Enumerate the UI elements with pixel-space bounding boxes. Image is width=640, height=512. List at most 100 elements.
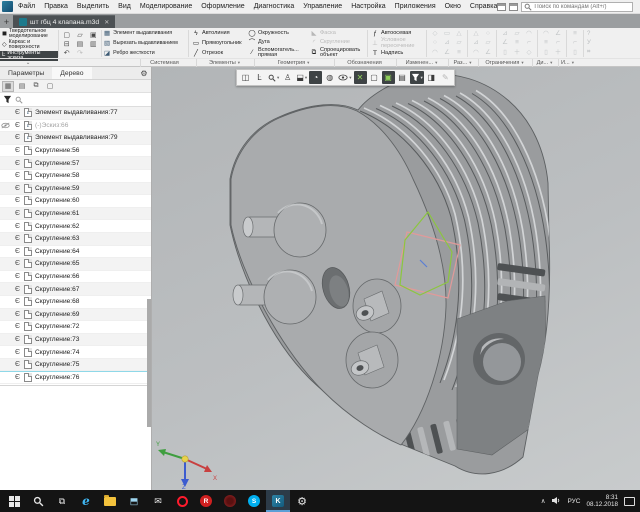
tool-button[interactable]: TНадпись xyxy=(371,49,423,58)
tree-item[interactable]: ЄСкругление:65 xyxy=(0,258,151,271)
redo-icon[interactable]: ↷ xyxy=(77,49,83,57)
split-view-icon[interactable]: ◫ xyxy=(239,71,252,84)
model-canvas[interactable] xyxy=(152,67,640,490)
tool-button[interactable]: ⁄Вспомогатель... прямая xyxy=(248,48,304,58)
gear-icon[interactable]: ⚙ xyxy=(137,67,151,79)
filter-icon[interactable]: ▾ xyxy=(410,71,424,84)
tool-button[interactable]: ▭Прямоугольник xyxy=(192,39,242,49)
undo-icon[interactable]: ↶ xyxy=(64,49,70,57)
command-search-input[interactable] xyxy=(534,4,630,10)
tree-item[interactable]: ЄСкругление:62 xyxy=(0,220,151,233)
menu-item[interactable]: Моделирование xyxy=(140,3,192,10)
mode-button[interactable]: ◇Каркас и поверхности xyxy=(0,40,58,51)
group-label[interactable]: Геометрия▾ xyxy=(254,59,332,67)
group-label[interactable]: Раз...▾ xyxy=(448,59,476,67)
filter-icon[interactable] xyxy=(3,91,12,109)
tree-item[interactable]: ЄĿЭлемент выдавливания:77 xyxy=(0,107,151,120)
notification-center-icon[interactable] xyxy=(624,497,635,506)
rebuild-icon[interactable]: ✕ xyxy=(354,71,367,84)
tree-item[interactable]: ЄСкругление:57 xyxy=(0,157,151,170)
group-label[interactable]: И...▾ xyxy=(558,59,576,67)
document-tab[interactable]: шт гбц 4 клапана.m3d ✕ xyxy=(13,15,115,28)
help-icon[interactable]: ? xyxy=(587,31,591,37)
tree-item[interactable]: ЄСкругление:68 xyxy=(0,296,151,309)
tool-button[interactable]: ╱Отрезок xyxy=(192,48,242,58)
tree-item[interactable]: ЄĿЭлемент выдавливания:79 xyxy=(0,132,151,145)
tree-search-input[interactable] xyxy=(26,97,148,103)
group-label[interactable]: Ограничения▾ xyxy=(478,59,530,67)
tree-item[interactable]: ЄСкругление:73 xyxy=(0,334,151,347)
menu-item[interactable]: Вид xyxy=(118,3,131,10)
skype-icon[interactable]: S xyxy=(242,490,266,512)
new-document-icon[interactable]: ▢ xyxy=(63,31,70,39)
element-tool-button[interactable]: ▦Элемент выдавливания xyxy=(104,29,186,39)
tree-item[interactable]: ЄСкругление:69 xyxy=(0,309,151,322)
tree-item[interactable]: ЄСкругление:67 xyxy=(0,283,151,296)
menu-item[interactable]: Приложения xyxy=(395,3,436,10)
element-tool-button[interactable]: ▧Вырезать выдавливанием xyxy=(104,39,186,49)
layout-window-icon[interactable] xyxy=(497,3,506,11)
tool-button[interactable]: ϟАвтолиния xyxy=(192,29,242,39)
tool-button[interactable]: ⧉Спроецировать объект xyxy=(310,48,364,58)
group-label[interactable]: Элементы▾ xyxy=(196,59,252,67)
orientation-icon[interactable]: ♙ xyxy=(281,71,294,84)
edge-icon[interactable]: e xyxy=(74,490,98,512)
command-search[interactable] xyxy=(521,2,633,12)
start-button[interactable] xyxy=(2,490,26,512)
layout-windows-icon[interactable] xyxy=(509,3,518,11)
group-label[interactable]: Изменен...▾ xyxy=(396,59,446,67)
perspective-icon[interactable]: ◍ xyxy=(323,71,336,84)
menu-item[interactable]: Управление xyxy=(303,3,342,10)
zoom-icon[interactable]: ▾ xyxy=(267,71,280,84)
snap-icon[interactable]: ▣ xyxy=(382,71,395,84)
menu-item[interactable]: Диагностика xyxy=(254,3,295,10)
menu-item[interactable]: Оформление xyxy=(201,3,244,10)
menu-item[interactable]: Настройка xyxy=(351,3,385,10)
tab-tree[interactable]: Дерево xyxy=(52,67,91,79)
whats-this-icon[interactable]: У xyxy=(587,40,591,46)
mail-icon[interactable]: ✉ xyxy=(146,490,170,512)
viewport-3d[interactable]: ◫Ŀ▾♙⬓▾◔◍▾✕▢▣▤▾◨✎ xyxy=(152,67,640,490)
menu-item[interactable]: Выделить xyxy=(77,3,109,10)
group-label[interactable]: Системная xyxy=(140,59,188,67)
tab-close-icon[interactable]: ✕ xyxy=(104,19,109,26)
menu-item[interactable]: Окно xyxy=(445,3,461,10)
keyboard-icon[interactable]: ⌗ xyxy=(587,49,591,56)
menu-item[interactable]: Правка xyxy=(44,3,68,10)
language-indicator[interactable]: РУС xyxy=(567,498,580,505)
tree-item[interactable]: ЄСкругление:66 xyxy=(0,271,151,284)
minimize-button[interactable]: – xyxy=(636,1,640,12)
open-document-icon[interactable]: ▱ xyxy=(77,31,82,39)
volume-icon[interactable] xyxy=(551,496,561,507)
darkred-app-icon[interactable] xyxy=(218,490,242,512)
opera-icon[interactable] xyxy=(170,490,194,512)
tree-item[interactable]: ЄСкругление:74 xyxy=(0,346,151,359)
tree-item[interactable]: ЄСкругление:63 xyxy=(0,233,151,246)
print-preview-icon[interactable]: ▤ xyxy=(77,40,84,48)
print-icon[interactable]: ⊟ xyxy=(64,40,70,48)
store-icon[interactable]: ⬒ xyxy=(122,490,146,512)
save-document-icon[interactable]: ▣ xyxy=(90,31,97,39)
tree-item[interactable]: ЄСкругление:59 xyxy=(0,183,151,196)
tree-item[interactable]: ЄСкругление:56 xyxy=(0,145,151,158)
display-mode-icon[interactable]: ⬓▾ xyxy=(295,71,308,84)
file-explorer-icon[interactable] xyxy=(98,490,122,512)
visibility-icon[interactable]: ▾ xyxy=(337,71,352,84)
tool-button[interactable]: ◯Окружность xyxy=(248,29,304,38)
tree-scrollbar[interactable] xyxy=(147,299,151,427)
export-icon[interactable]: ▥ xyxy=(90,40,97,48)
tree-item[interactable]: ЄСкругление:58 xyxy=(0,170,151,183)
red-app-icon[interactable]: R xyxy=(194,490,218,512)
group-label[interactable]: Ди...▾ xyxy=(532,59,556,67)
section-view-icon[interactable]: ◨ xyxy=(425,71,438,84)
hidden-icons-caret[interactable]: ∧ xyxy=(541,497,546,505)
kompas-app-icon[interactable]: K xyxy=(266,490,290,512)
sketch-plane-icon[interactable]: Ŀ xyxy=(253,71,266,84)
task-view-button[interactable]: ⧉ xyxy=(50,490,74,512)
menu-item[interactable]: Файл xyxy=(18,3,35,10)
tree-item[interactable]: ЄСкругление:72 xyxy=(0,321,151,334)
tree-area-icon[interactable]: ▢ xyxy=(44,81,56,92)
clock[interactable]: 8:31 08.12.2018 xyxy=(586,494,618,509)
tree-item[interactable]: ЄСкругление:64 xyxy=(0,246,151,259)
group-label[interactable]: Обозначения xyxy=(334,59,394,67)
